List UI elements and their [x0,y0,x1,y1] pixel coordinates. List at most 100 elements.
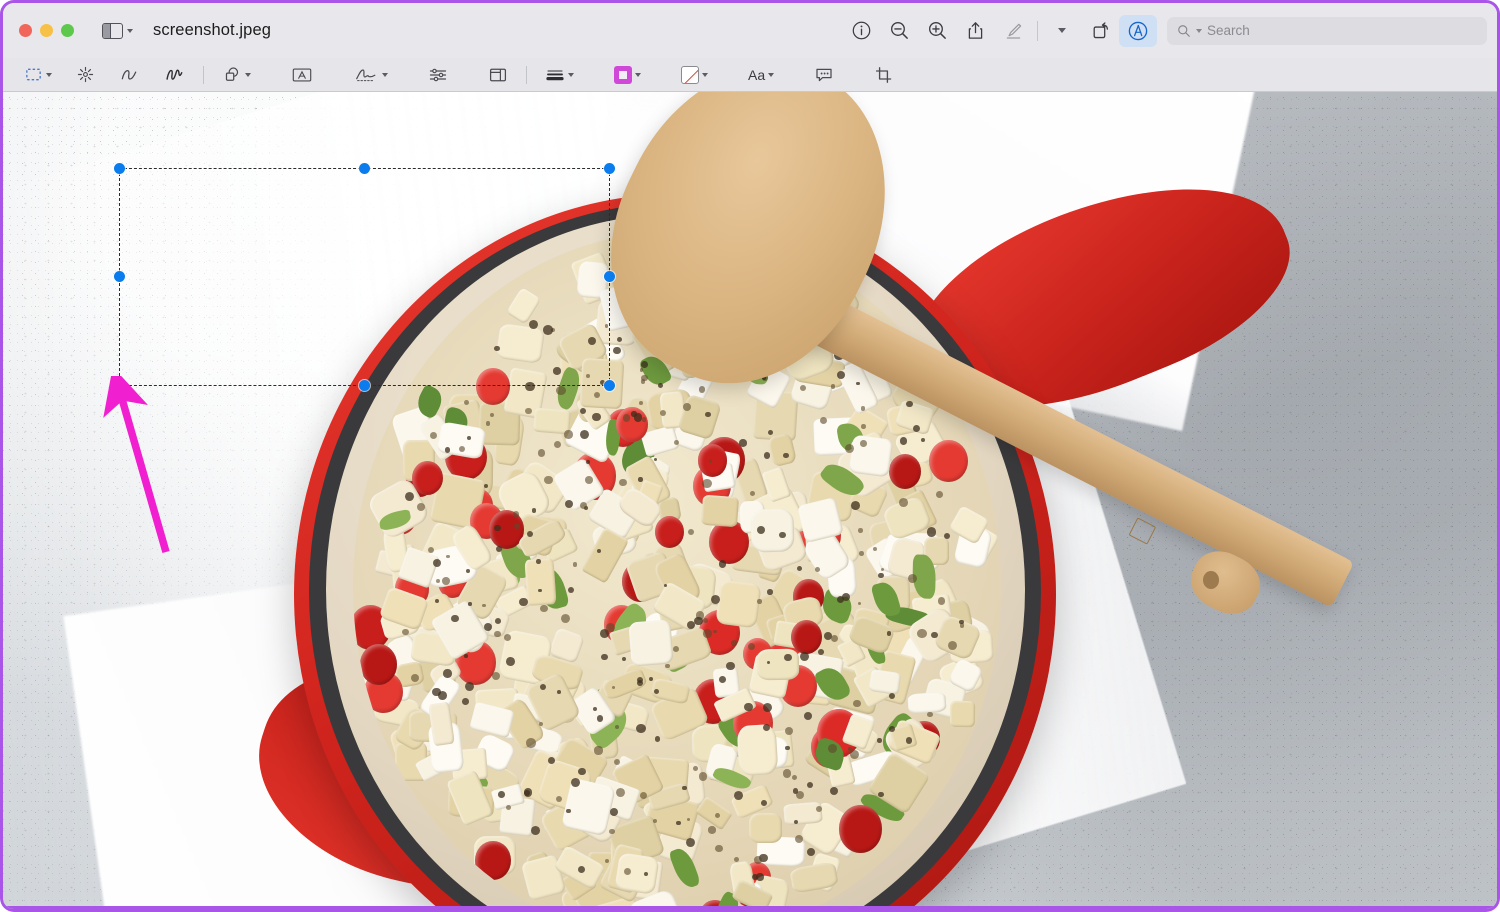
instant-alpha-tool[interactable] [71,63,100,87]
diced-vegetable [736,723,779,776]
maximize-button[interactable] [61,24,74,37]
selection-tool[interactable] [19,63,57,87]
pepper-fleck [554,440,562,449]
pepper-fleck [614,725,619,730]
pepper-fleck [886,631,892,636]
text-box-icon [292,67,312,82]
shapes-tool[interactable] [217,63,256,87]
pepper-fleck [491,671,501,681]
font-style-tool[interactable]: Aa [743,63,779,87]
cherry-tomato [655,516,684,549]
pepper-fleck [446,554,450,558]
sign-tool[interactable] [348,63,393,87]
pepper-fleck [519,597,529,606]
pepper-fleck [703,629,713,638]
pepper-fleck [536,559,541,564]
pepper-fleck [938,597,946,605]
cherry-tomato [475,367,511,406]
image-canvas[interactable] [3,92,1497,909]
pepper-fleck [494,524,501,532]
basil-leaf [668,844,702,891]
pepper-fleck [462,698,469,705]
pepper-fleck [652,818,657,823]
minimize-button[interactable] [40,24,53,37]
chevron-down-icon [46,72,52,77]
border-color-tool[interactable] [609,63,646,87]
pepper-fleck [497,791,505,798]
pepper-fleck [819,416,828,424]
pepper-fleck [505,657,515,667]
annotate-tool[interactable] [809,63,839,87]
shapes-icon [225,67,239,81]
adjust-size-tool[interactable] [483,63,513,87]
diced-vegetable [628,619,675,668]
signature-icon [356,69,376,82]
cherry-tomato [791,619,823,654]
pepper-fleck [570,777,580,787]
pepper-fleck [905,737,913,744]
pepper-fleck [733,790,743,800]
crop-tool[interactable] [869,63,899,87]
sketch-tool[interactable] [114,63,145,87]
sidebar-toggle-button[interactable] [102,22,133,39]
pepper-fleck [494,630,501,637]
fill-color-tool[interactable] [676,63,713,87]
pepper-fleck [917,628,927,638]
pepper-fleck [609,828,615,835]
diced-vegetable [783,801,824,826]
diced-vegetable [756,648,800,681]
pepper-fleck [592,412,601,422]
cherry-tomato [697,444,728,477]
pepper-fleck [465,681,475,691]
pepper-fleck [872,546,877,551]
pepper-fleck [525,407,532,414]
pepper-fleck [877,738,882,743]
pepper-fleck [849,749,859,759]
pepper-fleck [465,568,470,573]
share-icon[interactable] [956,15,994,47]
screenshot-frame: screenshot.jpeg Search Aa [0,0,1500,912]
shape-style-tool[interactable] [540,63,579,87]
highlight-icon[interactable] [994,15,1032,47]
pepper-fleck [888,692,895,699]
adjust-color-tool[interactable] [423,63,453,87]
pepper-fleck [636,676,643,683]
pepper-fleck [783,452,789,458]
pepper-fleck [682,785,687,791]
rotate-icon[interactable] [1081,15,1119,47]
pepper-fleck [899,498,909,507]
search-input[interactable]: Search [1167,16,1487,45]
pepper-fleck [744,702,753,712]
pepper-fleck [708,459,712,463]
zoom-in-icon[interactable] [918,15,956,47]
draw-tool[interactable] [159,63,190,87]
pepper-fleck [704,411,711,418]
diced-vegetable [614,851,659,895]
pepper-fleck [959,619,964,624]
pepper-fleck [947,640,957,650]
pepper-fleck [537,449,546,457]
pepper-fleck [483,622,492,631]
pepper-fleck [718,559,727,568]
text-tool[interactable] [286,63,318,87]
pepper-fleck [920,438,925,442]
preview-window: screenshot.jpeg Search Aa [3,3,1497,909]
pepper-fleck [673,439,679,445]
instant-alpha-icon [77,66,94,83]
pepper-fleck [596,715,604,722]
close-button[interactable] [19,24,32,37]
pepper-fleck [899,437,908,445]
diced-vegetable [701,494,740,527]
pepper-fleck [526,738,536,748]
pepper-fleck [739,439,747,447]
pepper-fleck [703,617,709,623]
pepper-fleck [853,700,861,708]
traffic-lights [19,24,74,37]
zoom-out-icon[interactable] [880,15,918,47]
selection-rectangle-icon [26,68,41,81]
pepper-fleck [926,711,933,718]
pepper-fleck [585,374,590,378]
markup-icon[interactable] [1119,14,1157,47]
highlight-dropdown-icon[interactable] [1043,15,1081,47]
info-icon[interactable] [842,15,880,47]
